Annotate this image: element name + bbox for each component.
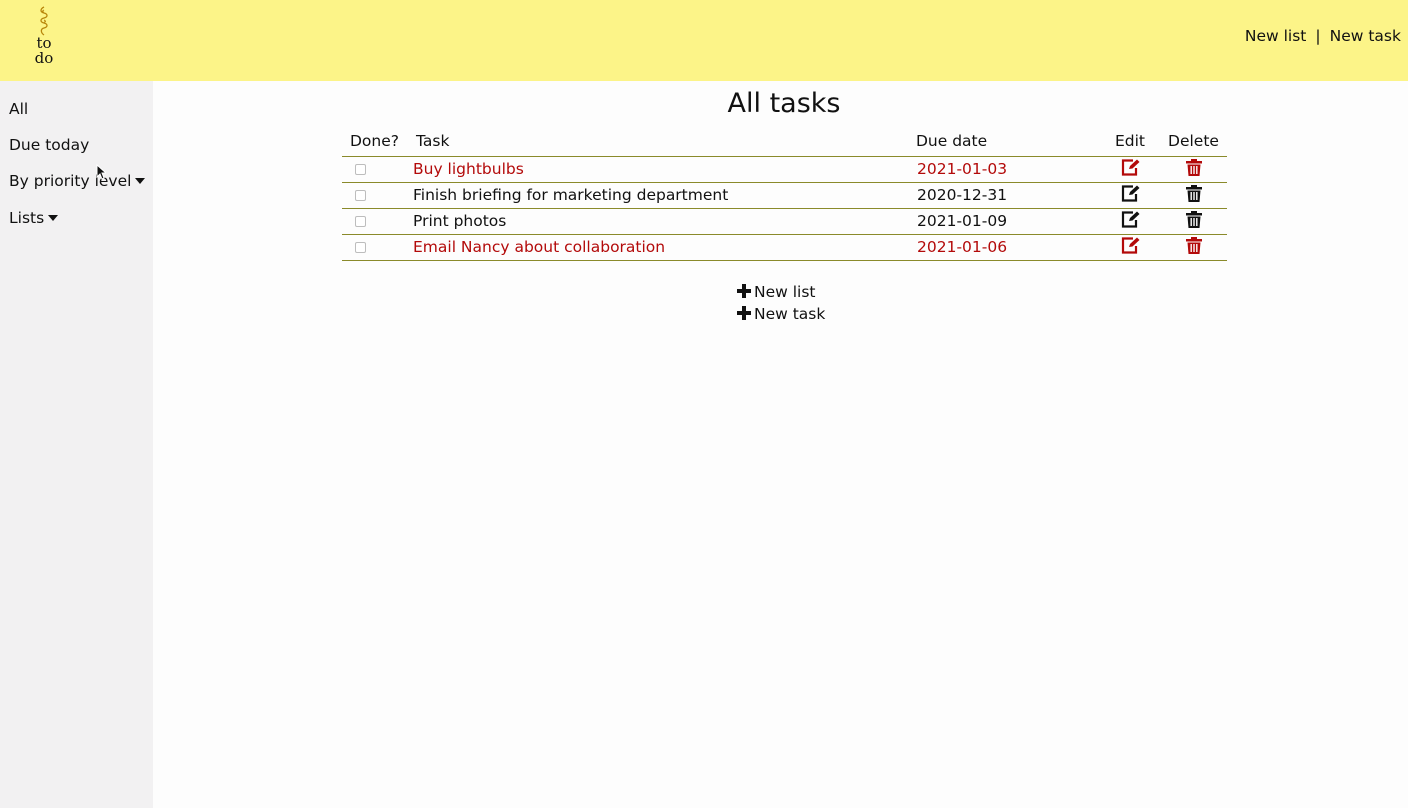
due-date: 2020-12-31 [913, 182, 1100, 209]
trash-icon[interactable] [1185, 158, 1202, 180]
edit-icon[interactable] [1121, 184, 1140, 206]
sidebar-item-due-today[interactable]: Due today [9, 136, 89, 154]
done-cell [342, 182, 410, 209]
actions: New list New task [737, 283, 825, 327]
header-delete: Delete [1160, 126, 1227, 157]
header-done: Done? [342, 126, 410, 157]
done-checkbox[interactable] [355, 242, 366, 253]
due-date: 2021-01-06 [913, 234, 1100, 261]
decorative-swirl-icon [40, 6, 48, 36]
done-checkbox[interactable] [355, 216, 366, 227]
logo-text-do: do [34, 49, 54, 67]
sidebar-item-label: All [9, 100, 29, 118]
edit-cell [1100, 208, 1160, 235]
plus-icon [737, 284, 751, 298]
task-name: Email Nancy about collaboration [410, 234, 913, 261]
header-task: Task [410, 126, 913, 157]
mouse-pointer-icon [96, 164, 106, 180]
header-edit: Edit [1100, 126, 1160, 157]
edit-cell [1100, 156, 1160, 183]
plus-icon [737, 306, 751, 320]
caret-down-icon [48, 215, 59, 221]
delete-cell [1160, 182, 1227, 209]
sidebar-item-by-priority[interactable]: By priority level [9, 172, 146, 190]
done-cell [342, 156, 410, 183]
edit-icon[interactable] [1121, 158, 1140, 180]
new-list-button[interactable]: New list [737, 283, 825, 305]
trash-icon[interactable] [1185, 210, 1202, 232]
table-header-row: Done? Task Due date Edit Delete [342, 126, 1227, 157]
sidebar-item-all[interactable]: All [9, 100, 28, 118]
page-title: All tasks [727, 88, 841, 119]
due-date: 2021-01-09 [913, 208, 1100, 235]
done-checkbox[interactable] [355, 190, 366, 201]
task-name: Finish briefing for marketing department [410, 182, 913, 209]
top-header: to do New list | New task [0, 0, 1408, 81]
done-cell [342, 208, 410, 235]
trash-icon[interactable] [1185, 236, 1202, 258]
delete-cell [1160, 156, 1227, 183]
sidebar-item-label: Due today [9, 136, 90, 154]
new-list-label: New list [754, 283, 816, 301]
edit-icon[interactable] [1121, 236, 1140, 258]
table-row: Buy lightbulbs 2021-01-03 [342, 156, 1227, 183]
table-row: Finish briefing for marketing department… [342, 182, 1227, 209]
new-task-button[interactable]: New task [737, 305, 825, 327]
sidebar-item-label: Lists [9, 209, 45, 227]
new-task-label: New task [754, 305, 826, 323]
due-date: 2021-01-03 [913, 156, 1100, 183]
edit-cell [1100, 234, 1160, 261]
done-checkbox[interactable] [355, 164, 366, 175]
app-logo[interactable]: to do [30, 6, 58, 66]
nav-separator: | [1315, 27, 1321, 45]
delete-cell [1160, 208, 1227, 235]
done-cell [342, 234, 410, 261]
table-row: Email Nancy about collaboration 2021-01-0… [342, 234, 1227, 261]
delete-cell [1160, 234, 1227, 261]
top-new-list-link[interactable]: New list [1245, 27, 1307, 45]
edit-cell [1100, 182, 1160, 209]
caret-down-icon [135, 178, 146, 184]
sidebar-item-lists[interactable]: Lists [9, 209, 59, 227]
header-due-date: Due date [913, 126, 1100, 157]
top-nav: New list | New task [1245, 27, 1401, 45]
trash-icon[interactable] [1185, 184, 1202, 206]
sidebar-item-label: By priority level [9, 172, 132, 190]
task-name: Buy lightbulbs [410, 156, 913, 183]
sidebar: All Due today By priority level Lists [0, 81, 153, 808]
top-new-task-link[interactable]: New task [1330, 27, 1401, 45]
task-table: Done? Task Due date Edit Delete Buy ligh… [342, 126, 1227, 261]
edit-icon[interactable] [1121, 210, 1140, 232]
task-name: Print photos [410, 208, 913, 235]
table-row: Print photos 2021-01-09 [342, 208, 1227, 235]
